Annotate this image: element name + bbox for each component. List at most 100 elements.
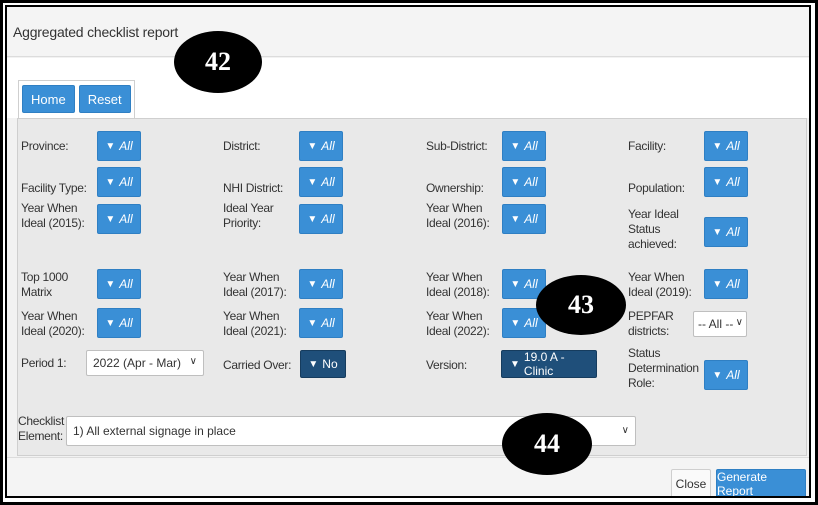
chevron-down-icon: ∨ [189,356,197,367]
filter-icon: ▼ [712,278,723,290]
version-label: Version: [426,358,467,372]
label-line: Year Ideal [628,207,679,221]
filter-icon: ▼ [105,278,116,290]
label-line: Ideal (2016): [426,216,490,230]
period-1-select[interactable]: 2022 (Apr - Mar) ∨ [86,350,204,376]
year-when-ideal-2021-filter-value: All [321,316,335,330]
version-value: 19.0 A - Clinic [523,350,565,378]
filter-icon: ▼ [307,213,318,225]
label-line: Status [628,222,661,236]
chevron-down-icon: ∨ [735,317,743,328]
year-when-ideal-2020-filter-button[interactable]: ▼ All [97,308,141,338]
filter-icon: ▼ [510,358,520,370]
filter-icon: ▼ [105,213,116,225]
label-line: Ideal (2018): [426,285,490,299]
province-filter-value: All [119,139,133,153]
status-determination-role-filter-button[interactable]: ▼ All [704,360,748,390]
nhi-district-label: NHI District: [223,181,284,195]
population-label: Population: [628,181,685,195]
population-filter-button[interactable]: ▼ All [704,167,748,197]
year-when-ideal-2015-filter-value: All [119,212,133,226]
filter-icon: ▼ [510,213,521,225]
facility-label: Facility: [628,139,666,153]
year-ideal-status-achieved-label: Year Ideal Status achieved: [628,207,679,252]
filter-icon: ▼ [510,140,521,152]
filter-icon: ▼ [307,176,318,188]
year-when-ideal-2019-label: Year When Ideal (2019): [628,270,692,300]
top-1000-matrix-filter-button[interactable]: ▼ All [97,269,141,299]
pepfar-districts-select[interactable]: -- All -- ∨ [693,311,747,337]
label-line: Ideal (2022): [426,324,490,338]
year-when-ideal-2016-label: Year When Ideal (2016): [426,201,490,231]
label-line: Year When [21,309,78,323]
filter-icon: ▼ [712,140,723,152]
year-when-ideal-2019-filter-button[interactable]: ▼ All [704,269,748,299]
label-line: Determination [628,361,699,375]
year-when-ideal-2022-filter-value: All [524,316,538,330]
filter-icon: ▼ [307,317,318,329]
callout-44: 44 [502,413,592,475]
label-line: Status [628,346,661,360]
year-when-ideal-2019-filter-value: All [726,277,740,291]
label-line: Element: [18,429,63,443]
label-line: Ideal (2015): [21,216,85,230]
district-label: District: [223,139,261,153]
label-line: Ideal (2019): [628,285,692,299]
nhi-district-filter-button[interactable]: ▼ All [299,167,343,197]
reset-button[interactable]: Reset [78,85,131,113]
year-when-ideal-2015-label: Year When Ideal (2015): [21,201,85,231]
year-when-ideal-2017-label: Year When Ideal (2017): [223,270,287,300]
label-line: Ideal (2020): [21,324,85,338]
modal-dialog: Aggregated checklist report Home Reset P… [5,5,811,498]
year-ideal-status-achieved-filter-button[interactable]: ▼ All [704,217,748,247]
province-filter-button[interactable]: ▼ All [97,131,141,161]
label-line: Top 1000 [21,270,68,284]
carried-over-button[interactable]: ▼ No [300,350,346,378]
status-determination-role-label: Status Determination Role: [628,346,699,391]
year-when-ideal-2021-filter-button[interactable]: ▼ All [299,308,343,338]
generate-report-button[interactable]: Generate Report [716,469,806,496]
label-line: Role: [628,376,655,390]
district-filter-value: All [321,139,335,153]
filter-icon: ▼ [105,140,116,152]
sub-district-filter-value: All [524,139,538,153]
modal-header: Aggregated checklist report [7,7,809,57]
label-line: Year When [21,201,78,215]
facility-type-filter-button[interactable]: ▼ All [97,167,141,197]
filter-icon: ▼ [510,278,521,290]
filter-icon: ▼ [712,226,723,238]
version-button[interactable]: ▼ 19.0 A - Clinic [501,350,597,378]
year-when-ideal-2018-filter-value: All [524,277,538,291]
sub-district-filter-button[interactable]: ▼ All [502,131,546,161]
filter-icon: ▼ [307,140,318,152]
filter-icon: ▼ [307,278,318,290]
province-label: Province: [21,139,69,153]
close-button[interactable]: Close [671,469,711,496]
facility-type-filter-value: All [119,175,133,189]
top-1000-matrix-filter-value: All [119,277,133,291]
label-line: Year When [426,309,483,323]
filter-icon: ▼ [105,317,116,329]
pepfar-districts-value: -- All -- [698,317,734,331]
year-when-ideal-2015-filter-button[interactable]: ▼ All [97,204,141,234]
year-when-ideal-2020-filter-value: All [119,316,133,330]
home-button[interactable]: Home [22,85,75,113]
district-filter-button[interactable]: ▼ All [299,131,343,161]
label-line: districts: [628,324,670,338]
label-line: Matrix [21,285,52,299]
year-when-ideal-2016-filter-button[interactable]: ▼ All [502,204,546,234]
label-line: PEPFAR [628,309,674,323]
toolbar: Home Reset [7,58,809,118]
ideal-year-priority-filter-value: All [321,212,335,226]
toolbar-button-group: Home Reset [18,80,135,118]
year-when-ideal-2022-label: Year When Ideal (2022): [426,309,490,339]
year-when-ideal-2018-label: Year When Ideal (2018): [426,270,490,300]
facility-filter-button[interactable]: ▼ All [704,131,748,161]
period-1-value: 2022 (Apr - Mar) [93,356,182,370]
year-when-ideal-2017-filter-button[interactable]: ▼ All [299,269,343,299]
ideal-year-priority-filter-button[interactable]: ▼ All [299,204,343,234]
carried-over-label: Carried Over: [223,358,292,372]
ownership-filter-button[interactable]: ▼ All [502,167,546,197]
filter-icon: ▼ [510,317,521,329]
filter-icon: ▼ [105,176,116,188]
